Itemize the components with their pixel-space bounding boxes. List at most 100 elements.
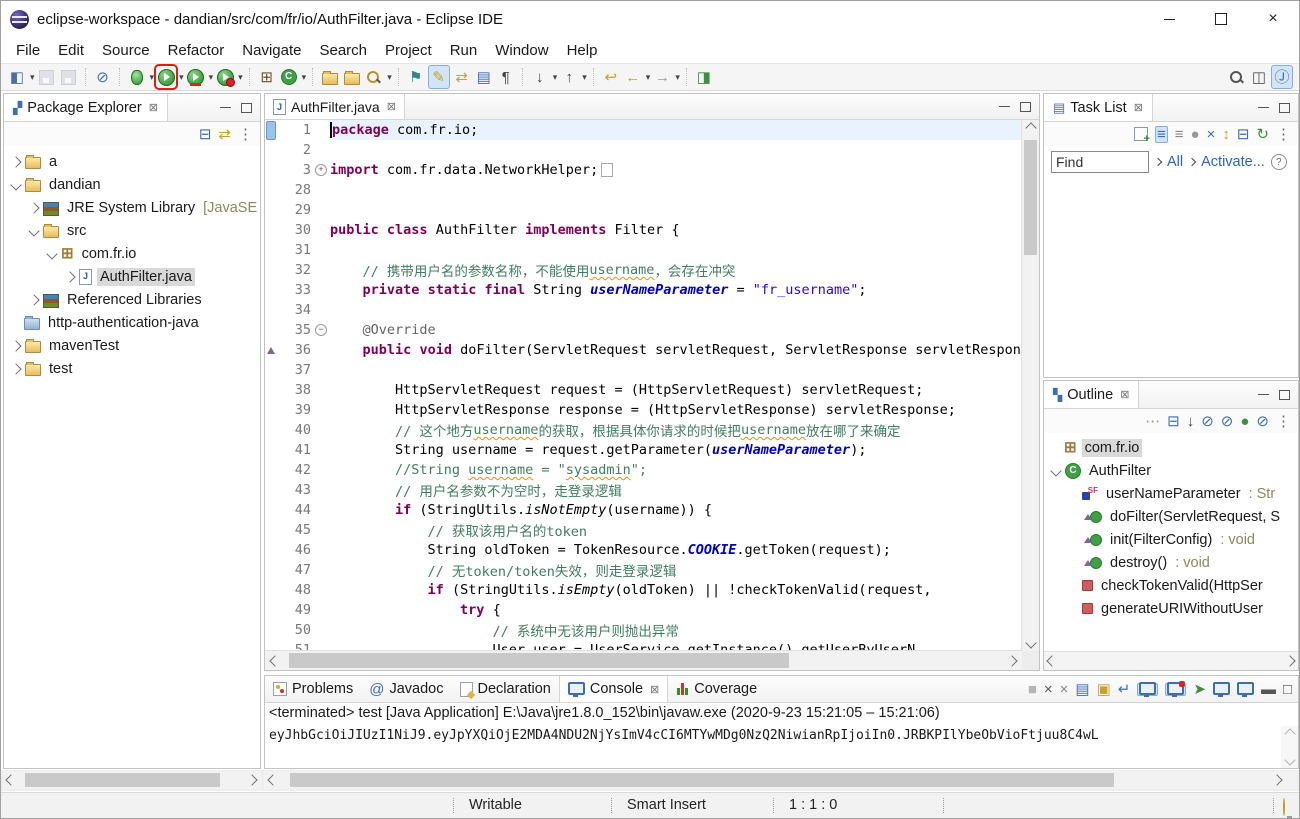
view-menu-button[interactable]: ⋮ xyxy=(1276,127,1291,142)
code-line-41[interactable]: 41 String username = request.getParamete… xyxy=(265,440,1022,460)
hide-static-button[interactable]: ⊘ xyxy=(1221,414,1234,429)
scroll-left-icon[interactable] xyxy=(267,774,279,786)
editor-vertical-scrollbar[interactable] xyxy=(1021,120,1039,651)
scrollbar-thumb[interactable] xyxy=(1024,140,1037,255)
java-perspective-button[interactable]: Ⓙ xyxy=(1271,65,1293,89)
menu-source[interactable]: Source xyxy=(93,39,159,62)
collapse-all-button[interactable]: ⊟ xyxy=(1237,127,1250,142)
scroll-left-icon[interactable] xyxy=(5,774,17,786)
open-perspective-button[interactable]: ◫ xyxy=(1249,66,1269,88)
help-icon[interactable]: ? xyxy=(1270,154,1287,170)
word-wrap-button[interactable]: ↵ xyxy=(1118,682,1131,697)
close-view-icon[interactable]: ⊠ xyxy=(1134,101,1143,114)
explorer-item-src[interactable]: src xyxy=(4,219,260,242)
debug-button[interactable] xyxy=(127,66,147,88)
new-java-project-button[interactable]: ⊞ xyxy=(257,66,277,88)
explorer-item-http-authentication-java[interactable]: http-authentication-java xyxy=(4,311,260,334)
find-input[interactable] xyxy=(1051,151,1149,173)
next-annotation-button[interactable]: ↓ xyxy=(530,66,550,88)
tab-console[interactable]: Console ⊠ xyxy=(558,676,669,702)
tree-expander-icon[interactable] xyxy=(46,247,58,260)
code-editor[interactable]: 1 package com.fr.io; 2 3 + import com.fr.data… xyxy=(265,120,1022,651)
sort-az-button[interactable]: ↓ xyxy=(1187,414,1195,429)
show-source-button[interactable]: ▤ xyxy=(474,66,494,88)
forward-button[interactable]: → xyxy=(652,66,672,88)
save-all-button[interactable] xyxy=(59,66,79,88)
outline-item-authfilter[interactable]: C AuthFilter xyxy=(1044,459,1298,482)
categorized-view-button[interactable]: ≡ xyxy=(1154,125,1168,143)
menu-window[interactable]: Window xyxy=(486,39,557,62)
coverage-dropdown-icon[interactable]: ▾ xyxy=(209,72,214,83)
explorer-item-maventest[interactable]: mavenTest xyxy=(4,334,260,357)
run-button[interactable] xyxy=(154,64,179,90)
menu-file[interactable]: File xyxy=(7,39,49,62)
scrollbar-thumb[interactable] xyxy=(289,653,789,668)
display-console-button[interactable] xyxy=(1212,681,1230,697)
tab-problems[interactable]: Problems xyxy=(265,676,361,702)
scroll-right-icon[interactable] xyxy=(1006,654,1018,667)
tree-expander-icon[interactable] xyxy=(28,224,40,237)
menu-search[interactable]: Search xyxy=(310,39,376,62)
code-line-3[interactable]: 3 + import com.fr.data.NetworkHelper; xyxy=(265,160,1022,180)
scroll-left-icon[interactable] xyxy=(269,654,281,667)
code-line-29[interactable]: 29 xyxy=(265,200,1022,220)
scroll-up-icon[interactable] xyxy=(1281,726,1298,742)
code-line-28[interactable]: 28 xyxy=(265,180,1022,200)
close-view-icon[interactable]: ⊠ xyxy=(1120,388,1129,401)
explorer-item-dandian[interactable]: dandian xyxy=(4,173,260,196)
tree-expander-icon[interactable] xyxy=(28,293,40,306)
code-line-50[interactable]: 50 // 系统中无该用户则抛出异常 xyxy=(265,620,1022,640)
profile-dropdown-icon[interactable]: ▾ xyxy=(238,72,243,83)
show-annotation-button[interactable]: ⚑ xyxy=(406,66,426,88)
outline-item-init-filterconfig-[interactable]: init(FilterConfig) : void xyxy=(1044,528,1298,551)
outline-item-com-fr-io[interactable]: ⊞ com.fr.io xyxy=(1044,436,1298,459)
code-line-38[interactable]: 38 HttpServletRequest request = (HttpSer… xyxy=(265,380,1022,400)
code-line-37[interactable]: 37 xyxy=(265,360,1022,380)
code-line-2[interactable]: 2 xyxy=(265,140,1022,160)
code-line-46[interactable]: 46 String oldToken = TokenResource. COOKI… xyxy=(265,540,1022,560)
view-menu-button[interactable]: ⋮ xyxy=(238,127,253,142)
minimize-view-icon[interactable] xyxy=(1258,107,1269,108)
console-vertical-scrollbar[interactable] xyxy=(1281,726,1298,768)
notification-bulb-icon[interactable] xyxy=(1283,798,1285,816)
code-line-39[interactable]: 39 HttpServletResponse response = (HttpS… xyxy=(265,400,1022,420)
code-line-40[interactable]: 40 // 这个地方 username 的获取，根据具体你请求的时候把 usernam… xyxy=(265,420,1022,440)
code-line-43[interactable]: 43 // 用户名参数不为空时，走登录逻辑 xyxy=(265,480,1022,500)
run-dropdown-icon[interactable]: ▾ xyxy=(179,72,184,83)
outline-horizontal-scrollbar[interactable] xyxy=(1044,651,1298,670)
maximize-editor-icon[interactable] xyxy=(1020,101,1031,112)
scroll-down-icon[interactable] xyxy=(1022,635,1039,651)
tree-expander-icon[interactable] xyxy=(64,270,76,283)
stop-button[interactable]: ■ xyxy=(1028,682,1037,697)
tree-expander-icon[interactable] xyxy=(10,178,22,191)
close-editor-icon[interactable]: ⊠ xyxy=(387,100,396,113)
code-line-35[interactable]: 35− @Override xyxy=(265,320,1022,340)
explorer-item-jre-system-library-[interactable]: JRE System Library [JavaSE xyxy=(4,196,260,219)
editor-horizontal-scrollbar[interactable] xyxy=(265,650,1022,670)
sort-button[interactable]: ↕ xyxy=(1222,127,1230,142)
show-stderr-button[interactable] xyxy=(1165,680,1187,697)
minimize-view-icon[interactable] xyxy=(220,107,231,108)
maximize-view-icon[interactable] xyxy=(1279,389,1290,400)
outline-item-destroy-[interactable]: destroy() : void xyxy=(1044,551,1298,574)
code-line-34[interactable]: 34 xyxy=(265,300,1022,320)
tree-expander-icon[interactable] xyxy=(10,362,22,375)
scroll-lock-button[interactable]: ▣ xyxy=(1097,682,1111,697)
menu-edit[interactable]: Edit xyxy=(49,39,93,62)
tab-package-explorer[interactable]: ▞ Package Explorer ⊠ xyxy=(4,94,168,121)
pin-console-button[interactable]: ➤ xyxy=(1193,682,1206,697)
scrollbar-thumb[interactable] xyxy=(290,773,1114,787)
new-class-dropdown-icon[interactable]: ▾ xyxy=(302,72,307,83)
scroll-up-icon[interactable] xyxy=(1022,120,1039,136)
link-with-editor-button[interactable]: ⇄ xyxy=(218,127,231,142)
new-task-button[interactable] xyxy=(1133,127,1150,145)
tab-outline[interactable]: ▚ Outline ⊠ xyxy=(1044,381,1140,408)
code-line-31[interactable]: 31 xyxy=(265,240,1022,260)
tree-expander-icon[interactable] xyxy=(28,201,40,214)
code-line-42[interactable]: 42 //String username = " sysadmin "; xyxy=(265,460,1022,480)
outline-item-usernameparameter[interactable]: SF userNameParameter : Str xyxy=(1044,482,1298,505)
skip-all-breakpoints-button[interactable]: ⊘ xyxy=(93,66,113,88)
presentation-button[interactable]: ● xyxy=(1191,127,1200,142)
editor-tab-authfilter[interactable]: J AuthFilter.java ⊠ xyxy=(265,94,405,119)
tab-declaration[interactable]: Declaration xyxy=(452,676,559,702)
